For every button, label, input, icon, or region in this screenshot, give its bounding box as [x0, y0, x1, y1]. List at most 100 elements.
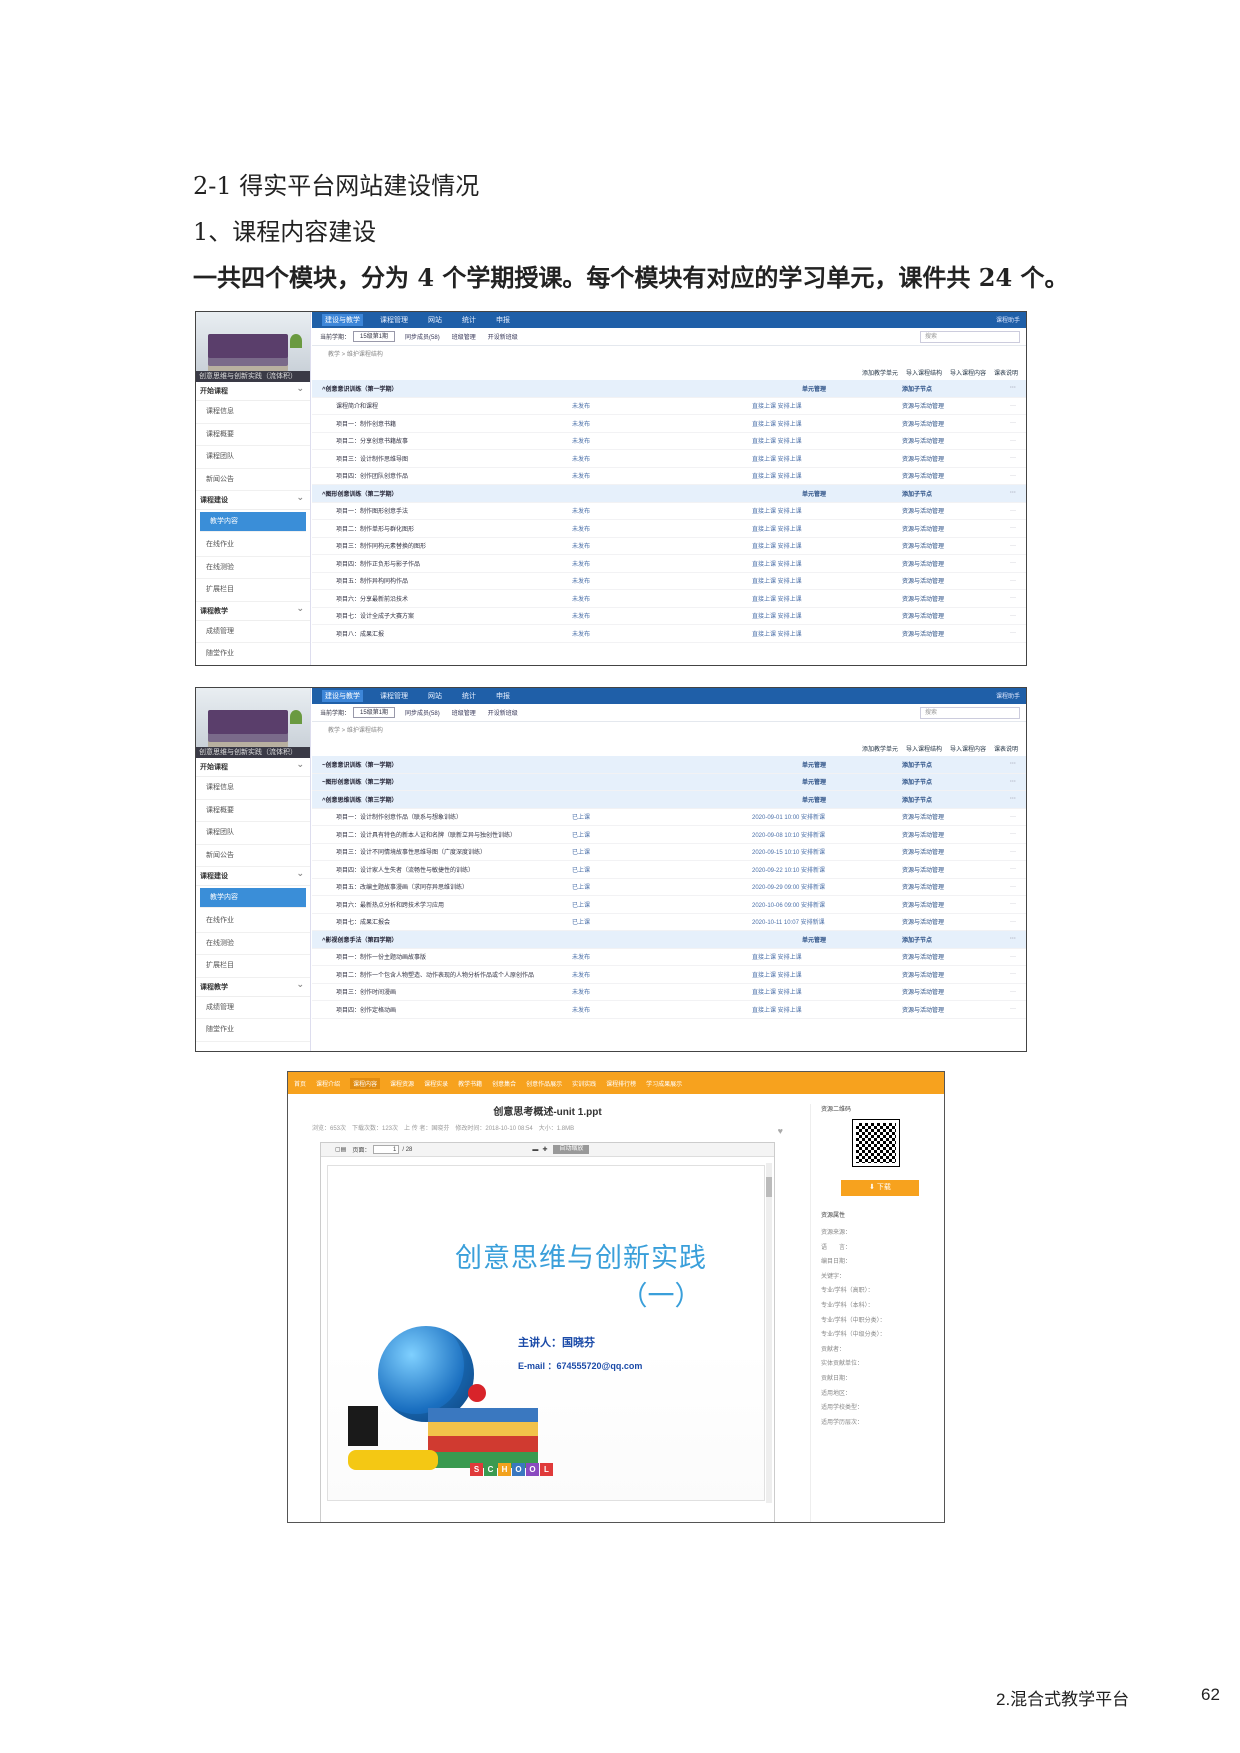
search-input[interactable]: 搜索: [920, 331, 1020, 343]
unit-row[interactable]: 项目二：制作单形与群化图形 未发布 直接上课 安排上课 资源与活动管理 ···: [312, 520, 1026, 538]
sidebar-item[interactable]: 课程概要: [196, 800, 310, 822]
viewer-scrollbar[interactable]: [766, 1163, 772, 1503]
module-row[interactable]: ~创意意识训练（第一学期） 单元管理 添加子节点 ···: [312, 756, 1026, 774]
toolbar-button[interactable]: 同步成员(58): [405, 708, 440, 717]
row-ops[interactable]: 资源与活动管理: [902, 524, 1002, 533]
more-icon[interactable]: ···: [1002, 578, 1016, 584]
more-icon[interactable]: ···: [1002, 630, 1016, 636]
unit-row[interactable]: 项目七：设计全成子大赛方案 未发布 直接上课 安排上课 资源与活动管理 ···: [312, 608, 1026, 625]
row-links[interactable]: 直接上课 安排上课: [752, 952, 902, 961]
more-icon[interactable]: ···: [1002, 989, 1016, 995]
term-select[interactable]: 15级第1期: [353, 331, 396, 342]
row-links[interactable]: 直接上课 安排上课: [752, 419, 902, 428]
toolbar-button[interactable]: 班级管理: [452, 332, 476, 341]
row-ops[interactable]: 单元管理: [802, 795, 902, 804]
row-add-child[interactable]: 添加子节点: [902, 935, 1002, 944]
unit-row[interactable]: 项目一：制作一份主题动画故事版 未发布 直接上课 安排上课 资源与活动管理 ···: [312, 949, 1026, 966]
sidebar-item[interactable]: 在线作业: [196, 910, 310, 933]
unit-row[interactable]: 项目五：改编主题故事漫画（求同存异思维训练） 已上课 2020-09-29 09:0…: [312, 879, 1026, 896]
row-ops[interactable]: 资源与活动管理: [902, 594, 1002, 603]
sidebar-group[interactable]: 开始课程: [196, 379, 310, 401]
row-title[interactable]: 项目三：制作同构元素替换的图形: [312, 541, 572, 550]
sidebar-item[interactable]: 教学内容: [200, 888, 306, 908]
more-icon[interactable]: ···: [1002, 761, 1016, 767]
module-row[interactable]: ^图形创意训练（第二学期） 单元管理 添加子节点 ···: [312, 485, 1026, 503]
unit-row[interactable]: 项目一：设计制作创意作品（联系与想象训练） 已上课 2020-09-01 10:00…: [312, 809, 1026, 826]
row-title[interactable]: 项目三：创作时间漫画: [312, 987, 572, 996]
row-title[interactable]: 项目三：设计不同情境故事性思维导图（广度深度训练）: [312, 847, 572, 856]
sidebar-group[interactable]: 课程建设: [196, 864, 310, 886]
row-title[interactable]: 项目七：设计全成子大赛方案: [312, 611, 572, 620]
row-links[interactable]: 2020-10-06 09:00 安排新课: [752, 900, 902, 909]
unit-row[interactable]: 项目三：设计不同情境故事性思维导图（广度深度训练） 已上课 2020-09-15 1…: [312, 844, 1026, 861]
unit-row[interactable]: 项目三：制作同构元素替换的图形 未发布 直接上课 安排上课 资源与活动管理 ···: [312, 538, 1026, 555]
download-button[interactable]: ⬇ 下载: [841, 1180, 919, 1196]
term-select[interactable]: 15级第1期: [353, 707, 396, 718]
row-title[interactable]: 项目四：创作团队创意作品: [312, 471, 572, 480]
sidebar-toggle-icon[interactable]: ▢▤: [335, 1146, 346, 1153]
sidebar-group[interactable]: 课程教学: [196, 599, 310, 621]
nav-item[interactable]: 教学书籍: [458, 1079, 482, 1088]
row-links[interactable]: 直接上课 安排上课: [752, 541, 902, 550]
sidebar-item[interactable]: 扩展栏目: [196, 579, 310, 602]
toolbar-button[interactable]: 开设新班级: [488, 332, 518, 341]
row-links[interactable]: 直接上课 安排上课: [752, 524, 902, 533]
row-title[interactable]: ^创意意识训练（第一学期）: [312, 384, 802, 393]
row-title[interactable]: 项目六：分享最新前沿技术: [312, 594, 572, 603]
row-title[interactable]: 项目二：分享创意书籍故事: [312, 436, 572, 445]
more-icon[interactable]: ···: [1002, 919, 1016, 925]
tab-item[interactable]: 网站: [425, 690, 445, 702]
row-title[interactable]: 项目五：制作异构同构作品: [312, 576, 572, 585]
zoom-select[interactable]: 自动缩放: [553, 1145, 590, 1154]
row-ops[interactable]: 单元管理: [802, 777, 902, 786]
sidebar-item[interactable]: 在线测验: [196, 557, 310, 579]
favorite-icon[interactable]: ♥: [778, 1126, 783, 1136]
sidebar-item[interactable]: 课程信息: [196, 401, 310, 424]
row-ops[interactable]: 资源与活动管理: [902, 1005, 1002, 1014]
row-links[interactable]: 直接上课 安排上课: [752, 987, 902, 996]
row-ops[interactable]: 资源与活动管理: [902, 847, 1002, 856]
nav-item[interactable]: 学习成果展示: [646, 1079, 682, 1088]
row-links[interactable]: 直接上课 安排上课: [752, 576, 902, 585]
module-row[interactable]: ~图形创意训练（第二学期） 单元管理 添加子节点 ···: [312, 773, 1026, 791]
row-links[interactable]: 2020-10-11 10:07 安排新课: [752, 917, 902, 926]
row-links[interactable]: 2020-09-22 10:10 安排新课: [752, 865, 902, 874]
row-ops[interactable]: 资源与活动管理: [902, 917, 1002, 926]
nav-item[interactable]: 课程内容: [350, 1077, 381, 1089]
sidebar-group[interactable]: 课程教学: [196, 975, 310, 997]
row-links[interactable]: 2020-09-15 10:10 安排新课: [752, 847, 902, 856]
row-title[interactable]: 项目二：制作一个包含人物塑造、动作表现的人物分析作品或个人原创作品: [312, 970, 572, 979]
row-title[interactable]: 项目五：改编主题故事漫画（求同存异思维训练）: [312, 882, 572, 891]
row-add-child[interactable]: 添加子节点: [902, 795, 1002, 804]
nav-item[interactable]: 首页: [294, 1079, 306, 1088]
tab-item[interactable]: 申报: [493, 314, 513, 326]
row-title[interactable]: ~创意意识训练（第一学期）: [312, 760, 802, 769]
unit-row[interactable]: 项目七：成果汇报会 已上课 2020-10-11 10:07 安排新课 资源与活动管理…: [312, 914, 1026, 931]
more-icon[interactable]: ···: [1002, 849, 1016, 855]
row-title[interactable]: ~图形创意训练（第二学期）: [312, 777, 802, 786]
unit-row[interactable]: 项目五：制作异构同构作品 未发布 直接上课 安排上课 资源与活动管理 ···: [312, 573, 1026, 590]
toolbar-button[interactable]: 开设新班级: [488, 708, 518, 717]
row-add-child[interactable]: 添加子节点: [902, 760, 1002, 769]
more-icon[interactable]: ···: [1002, 403, 1016, 409]
action-link[interactable]: 导入课程结构: [906, 368, 942, 377]
row-links[interactable]: 直接上课 安排上课: [752, 611, 902, 620]
unit-row[interactable]: 课程简介和课程 未发布 直接上课 安排上课 资源与活动管理 ···: [312, 398, 1026, 415]
nav-item[interactable]: 课程资源: [390, 1079, 414, 1088]
sidebar-item[interactable]: 新闻公告: [196, 469, 310, 491]
action-link[interactable]: 添加教学单元: [862, 744, 898, 753]
action-link[interactable]: 添加教学单元: [862, 368, 898, 377]
row-links[interactable]: 2020-09-01 10:00 安排新课: [752, 812, 902, 821]
row-ops[interactable]: 资源与活动管理: [902, 576, 1002, 585]
more-icon[interactable]: ···: [1002, 866, 1016, 872]
unit-row[interactable]: 项目二：设计具有特色的新本人证和名牌（联新立异与独创性训练） 已上课 2020-09…: [312, 826, 1026, 844]
more-icon[interactable]: ···: [1002, 543, 1016, 549]
assistant-link[interactable]: 课程助手: [996, 315, 1020, 324]
row-links[interactable]: 直接上课 安排上课: [752, 594, 902, 603]
row-ops[interactable]: 资源与活动管理: [902, 541, 1002, 550]
unit-row[interactable]: 项目三：设计制作思维导图 未发布 直接上课 安排上课 资源与活动管理 ···: [312, 450, 1026, 468]
row-ops[interactable]: 资源与活动管理: [902, 882, 1002, 891]
row-title[interactable]: ^图形创意训练（第二学期）: [312, 489, 802, 498]
row-ops[interactable]: 资源与活动管理: [902, 900, 1002, 909]
row-ops[interactable]: 资源与活动管理: [902, 865, 1002, 874]
